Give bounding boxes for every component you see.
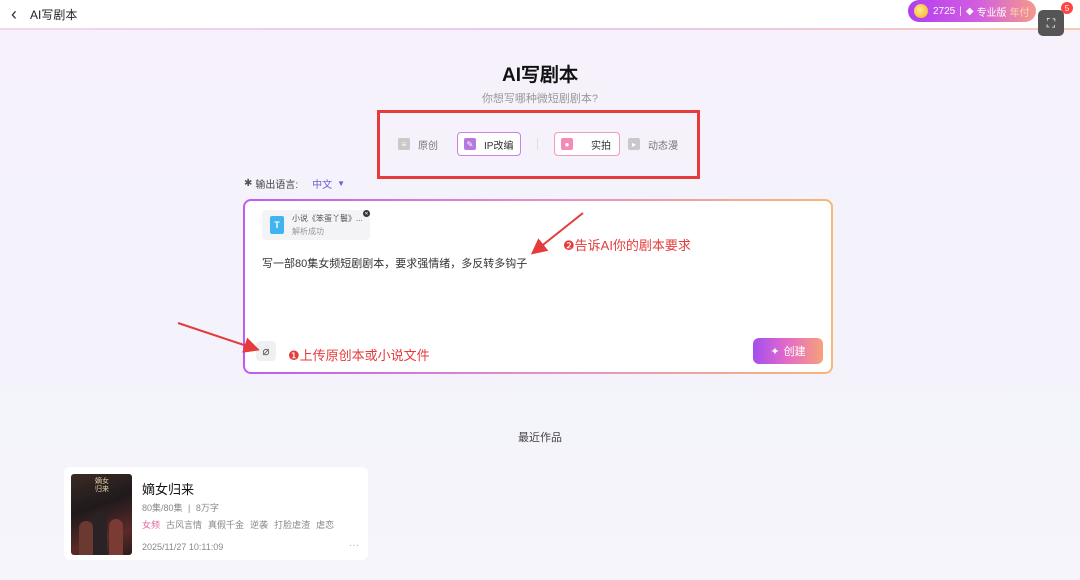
plan-period: 年付 — [1009, 7, 1030, 19]
annotation-step1: ❶上传原创本或小说文件 — [288, 348, 430, 363]
work-tag: 打脸虐渣 — [274, 520, 311, 530]
mode-divider — [537, 138, 538, 150]
app-title: AI写剧本 — [30, 8, 78, 22]
work-words: 8万字 — [195, 503, 219, 513]
work-tag: 虐恋 — [316, 520, 335, 530]
points-plan-pill[interactable]: 2725 | ◆ 专业版 年付 — [908, 0, 1036, 22]
mode-ip-adapt-button[interactable]: ✎ IP改编 — [457, 132, 521, 156]
doc-icon: ≡ — [398, 138, 410, 150]
plan-name: 专业版 — [976, 7, 1007, 19]
cover-title-text: 嫡女归来 — [95, 478, 109, 493]
mode-live-action-button[interactable]: ● 实拍 — [554, 132, 620, 156]
points-separator: | — [959, 5, 962, 17]
cover-figure-right — [109, 519, 123, 555]
work-tag: 真假千金 — [208, 520, 245, 530]
screenshot-icon[interactable]: ⛶ — [1038, 10, 1064, 36]
cover-figure-left — [79, 521, 93, 555]
mode-live-label: 实拍 — [591, 140, 611, 152]
work-meta-separator: | — [188, 503, 191, 513]
file-name: 小说《笨蛋丫鬟》... — [292, 214, 363, 223]
work-meta: 80集/80集 | 8万字 — [142, 501, 219, 514]
pen-icon: ✎ — [464, 138, 476, 150]
mode-animation-button[interactable]: ▸ 动态漫 — [624, 132, 688, 156]
paperclip-icon[interactable]: ⌀ — [256, 341, 276, 361]
create-button[interactable]: ✦ 创建 — [753, 338, 823, 364]
work-episodes: 80集/80集 — [142, 503, 183, 513]
mode-original-button[interactable]: ≡ 原创 — [392, 132, 450, 156]
animation-icon: ▸ — [628, 138, 640, 150]
file-status: 解析成功 — [292, 227, 324, 236]
output-language-select[interactable]: 中文 — [312, 176, 332, 191]
camera-icon: ● — [561, 138, 573, 150]
mode-ip-label: IP改编 — [484, 140, 514, 152]
output-language-label: 输出语言: — [255, 180, 299, 191]
chevron-down-icon[interactable]: ▼ — [337, 179, 345, 188]
prompt-input[interactable]: 写一部80集女频短剧剧本，要求强情绪，多反转多钩子 — [262, 255, 527, 271]
points-count: 2725 — [933, 5, 956, 17]
mode-anim-label: 动态漫 — [648, 140, 678, 152]
annotation-step2: ❷告诉AI你的剧本要求 — [563, 238, 691, 253]
uploaded-file-chip[interactable]: T 小说《笨蛋丫鬟》... 解析成功 — [262, 210, 370, 240]
mode-original-label: 原创 — [418, 140, 438, 152]
work-cover-image[interactable]: 嫡女归来 — [71, 474, 132, 555]
notification-badge: 5 — [1061, 2, 1073, 14]
work-title: 嫡女归来 — [142, 482, 195, 497]
work-tag: 女频 — [142, 520, 161, 530]
coin-icon — [914, 4, 928, 18]
close-icon[interactable]: ✕ — [363, 210, 370, 217]
work-date: 2025/11/27 10:11:09 — [142, 542, 224, 552]
work-tags: 女频 古风言情 真假千金 逆袭 打脸虐渣 虐恋 — [142, 518, 334, 531]
gem-icon: ◆ — [965, 5, 974, 17]
page-subtitle: 你想写哪种微短剧剧本? — [481, 93, 599, 105]
create-button-label: 创建 — [783, 346, 806, 358]
page-title: AI写剧本 — [501, 65, 578, 86]
cover-figure-center — [93, 511, 107, 555]
work-tag: 古风言情 — [166, 520, 203, 530]
more-options-button[interactable]: ··· — [349, 540, 359, 551]
recent-works-title: 最近作品 — [518, 432, 562, 444]
translate-icon: ✱ — [244, 178, 253, 189]
back-arrow-icon[interactable]: ‹ — [4, 4, 24, 24]
work-tag: 逆袭 — [250, 520, 269, 530]
output-language-row: ✱ 输出语言: 中文 ▼ — [244, 176, 345, 191]
file-t-icon: T — [270, 216, 284, 234]
sparkle-icon: ✦ — [770, 345, 780, 358]
